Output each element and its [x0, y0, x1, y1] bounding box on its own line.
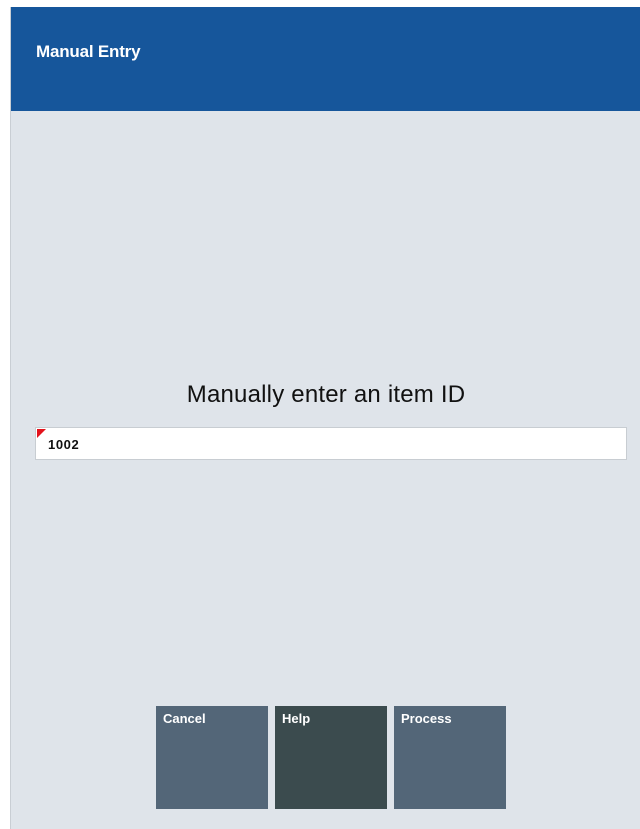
help-button[interactable]: Help	[275, 706, 387, 809]
cancel-button[interactable]: Cancel	[156, 706, 268, 809]
item-id-value: 1002	[48, 437, 80, 452]
help-button-label: Help	[282, 711, 311, 726]
entry-prompt: Manually enter an item ID	[186, 381, 466, 408]
manual-entry-screen: Manual Entry Manually enter an item ID 1…	[10, 7, 640, 829]
title-bar: Manual Entry	[11, 7, 640, 111]
required-indicator-icon	[37, 429, 46, 438]
cancel-button-label: Cancel	[163, 711, 206, 726]
page-title: Manual Entry	[36, 42, 141, 61]
item-id-input[interactable]: 1002	[35, 427, 627, 460]
process-button-label: Process	[401, 711, 452, 726]
process-button[interactable]: Process	[394, 706, 506, 809]
